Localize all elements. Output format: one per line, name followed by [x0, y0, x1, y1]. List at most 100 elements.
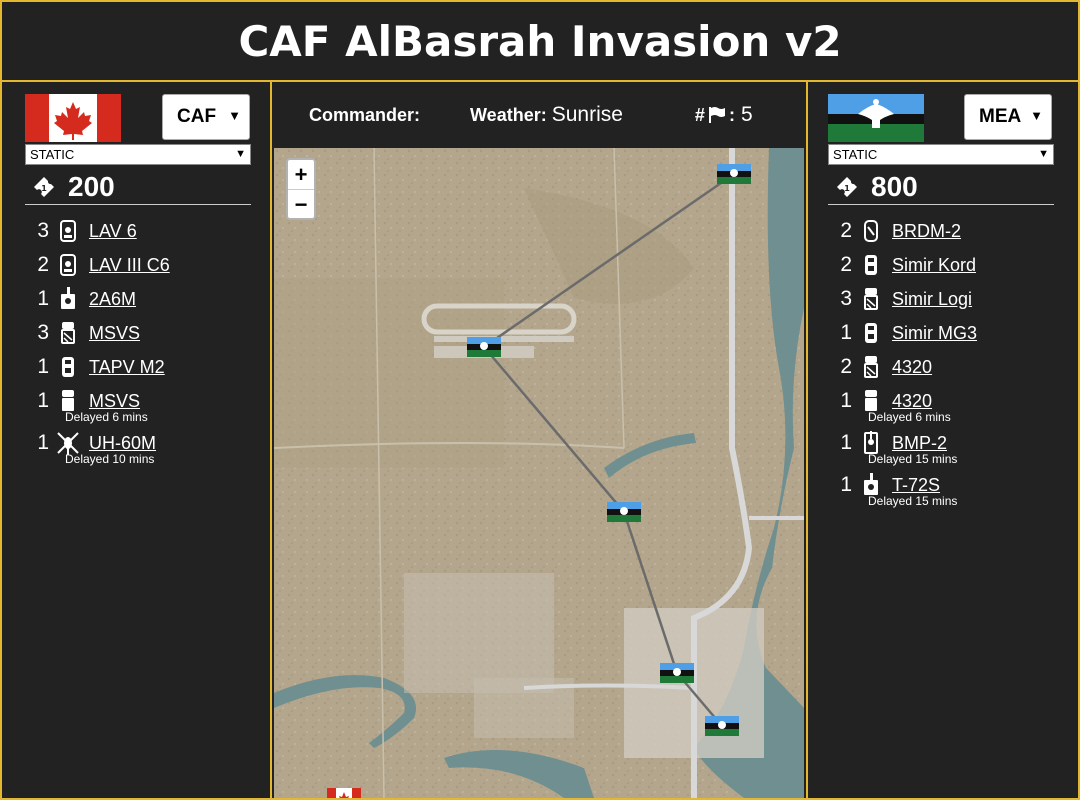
unit-count: 1	[37, 431, 49, 454]
unit-delay-note: Delayed 15 mins	[868, 494, 958, 508]
weather-info: Weather: Sunrise	[470, 103, 623, 127]
canada-flag-icon	[25, 94, 121, 142]
svg-text:1: 1	[844, 184, 850, 193]
unit-count: 1	[840, 431, 852, 454]
unit-name-link[interactable]: T-72S	[892, 475, 940, 496]
truck-icon	[864, 356, 878, 378]
mea-flag-icon	[828, 94, 924, 142]
chevron-down-icon: ▼	[1030, 108, 1043, 123]
mrap-icon	[62, 357, 74, 377]
unit-count: 1	[37, 355, 49, 378]
flag-count-value: 5	[740, 103, 753, 126]
ticket-count: 800	[871, 171, 918, 202]
unit-name-link[interactable]: 4320	[892, 391, 932, 412]
unit-row: 2 BRDM-2	[828, 214, 1068, 248]
unit-name-link[interactable]: 4320	[892, 357, 932, 378]
mrap-icon	[865, 255, 877, 275]
faction-select-left[interactable]: CAF ▼	[162, 94, 250, 140]
unit-name-link[interactable]: BMP-2	[892, 433, 947, 454]
faction-select-right[interactable]: MEA ▼	[964, 94, 1052, 140]
objective-flag-icon[interactable]	[705, 716, 739, 736]
unit-count: 1	[37, 287, 49, 310]
page-title: CAF AlBasrah Invasion v2	[238, 16, 842, 66]
unit-name-link[interactable]: MSVS	[89, 391, 140, 412]
objective-flag-icon[interactable]	[607, 502, 641, 522]
unit-count: 3	[37, 321, 49, 344]
unit-count: 1	[840, 389, 852, 412]
flag-count-info: # : 5	[695, 103, 753, 127]
chevron-down-icon: ▼	[1038, 148, 1049, 160]
unit-name-link[interactable]: MSVS	[89, 323, 140, 344]
unit-delay-note: Delayed 6 mins	[868, 410, 951, 424]
unit-name-link[interactable]: Simir Logi	[892, 289, 972, 310]
unit-row: 1 2A6M	[25, 282, 265, 316]
unit-name-link[interactable]: Simir Kord	[892, 255, 976, 276]
ticket-icon: 1	[34, 177, 54, 197]
objective-flag-icon[interactable]	[660, 663, 694, 683]
unit-count: 3	[840, 287, 852, 310]
objective-flag-icon[interactable]	[717, 164, 751, 184]
mode-select-right[interactable]: STATIC ▼	[828, 144, 1054, 165]
chevron-down-icon: ▼	[235, 148, 246, 160]
unit-delay-note: Delayed 10 mins	[65, 452, 155, 466]
unit-row: 2 LAV III C6	[25, 248, 265, 282]
flag-count-hash: #	[694, 104, 705, 125]
unit-name-link[interactable]: LAV 6	[89, 221, 137, 242]
unit-count: 1	[840, 473, 852, 496]
unit-row: 1 TAPV M2	[25, 350, 265, 384]
unit-name-link[interactable]: Simir MG3	[892, 323, 977, 344]
unit-count: 2	[37, 253, 49, 276]
flag-icon	[708, 107, 725, 123]
commander-label: Commander:	[309, 104, 421, 125]
truck-icon	[61, 322, 75, 344]
map-terrain	[274, 148, 804, 798]
weather-value: Sunrise	[551, 103, 623, 126]
tickets-left: 1 200	[25, 170, 251, 205]
flag-count-sep: :	[728, 104, 735, 125]
unit-row: 3 LAV 6	[25, 214, 265, 248]
right-team-panel: MEA ▼ STATIC ▼ 1 800 2 BRDM-2 2 Simir Kord 3…	[806, 82, 1078, 798]
mode-select-value: STATIC	[30, 147, 75, 162]
ticket-icon: 1	[837, 177, 857, 197]
unit-name-link[interactable]: UH-60M	[89, 433, 156, 454]
unit-row: 3 Simir Logi	[828, 282, 1068, 316]
unit-name-link[interactable]: LAV III C6	[89, 255, 170, 276]
objective-flag-icon[interactable]	[467, 337, 501, 357]
unit-count: 2	[840, 355, 852, 378]
unit-name-link[interactable]: 2A6M	[89, 289, 136, 310]
svg-text:1: 1	[41, 184, 47, 193]
map-panel: Commander: Weather: Sunrise # : 5 + −	[272, 82, 806, 798]
apc-icon	[60, 254, 76, 276]
unit-count: 1	[840, 321, 852, 344]
scout-car-icon	[864, 220, 878, 242]
truck-icon	[864, 288, 878, 310]
unit-count: 1	[37, 389, 49, 412]
info-bar: Commander: Weather: Sunrise # : 5	[272, 82, 806, 148]
unit-list-left: 3 LAV 6 2 LAV III C6 1 2A6M 3 MSVS 1 TAPV M2 1 MSVS…	[25, 214, 265, 468]
commander-info: Commander:	[309, 105, 420, 126]
zoom-control: + −	[286, 158, 316, 220]
unit-delay-note: Delayed 15 mins	[868, 452, 958, 466]
mode-select-value: STATIC	[833, 147, 878, 162]
unit-row: 3 MSVS	[25, 316, 265, 350]
map-view[interactable]: + −	[274, 148, 804, 798]
unit-row: 2 4320	[828, 350, 1068, 384]
unit-name-link[interactable]: TAPV M2	[89, 357, 165, 378]
weather-label: Weather:	[470, 105, 547, 125]
header: CAF AlBasrah Invasion v2	[2, 2, 1078, 82]
ticket-count: 200	[68, 171, 115, 202]
unit-row: 2 Simir Kord	[828, 248, 1068, 282]
apc-icon	[60, 220, 76, 242]
zoom-out-button[interactable]: −	[288, 190, 314, 219]
unit-count: 2	[840, 253, 852, 276]
mrap-icon	[865, 323, 877, 343]
zoom-in-button[interactable]: +	[288, 160, 314, 190]
tickets-right: 1 800	[828, 170, 1054, 205]
mode-select-left[interactable]: STATIC ▼	[25, 144, 251, 165]
unit-count: 2	[840, 219, 852, 242]
faction-select-value: CAF	[177, 106, 217, 127]
unit-name-link[interactable]: BRDM-2	[892, 221, 961, 242]
chevron-down-icon: ▼	[228, 108, 241, 123]
main-base-flag-icon[interactable]	[327, 788, 361, 798]
unit-count: 3	[37, 219, 49, 242]
